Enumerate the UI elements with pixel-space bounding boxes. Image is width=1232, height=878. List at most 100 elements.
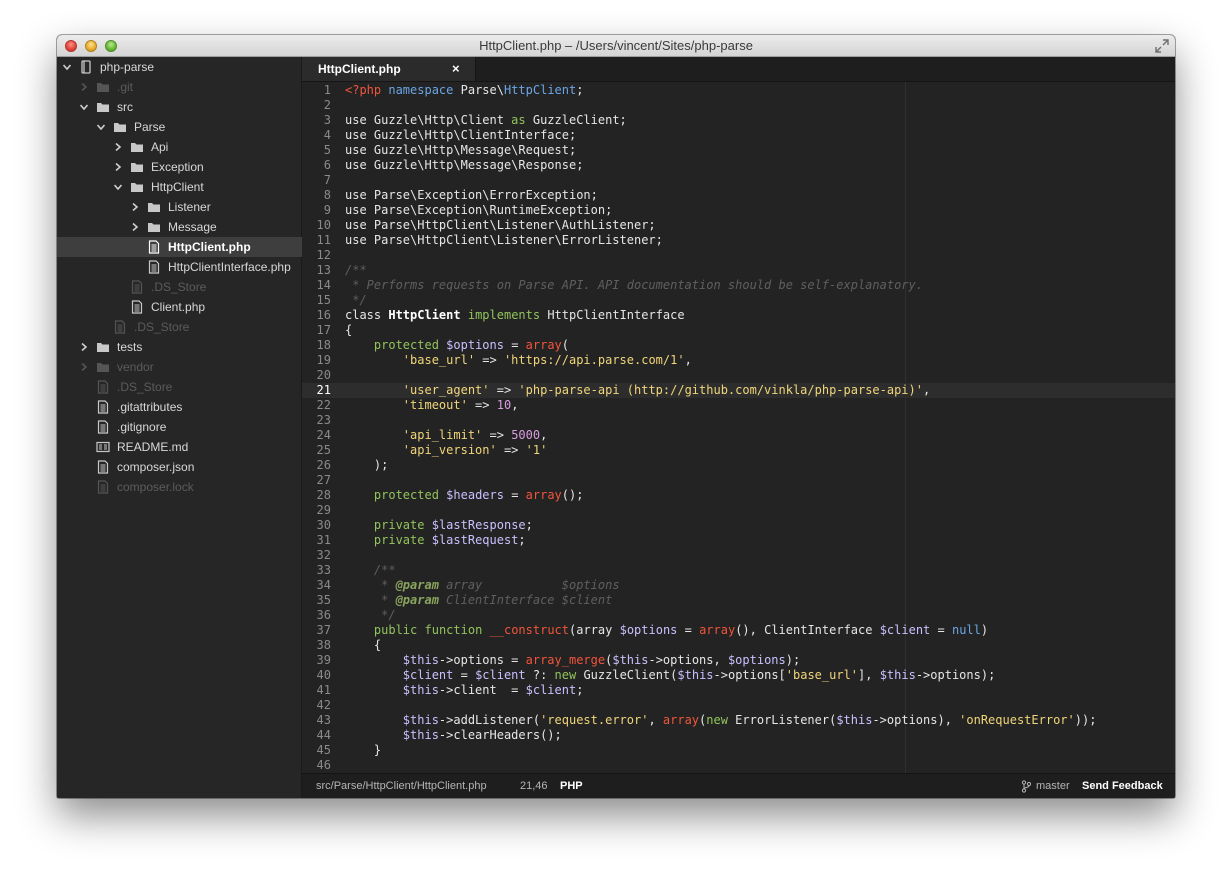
- code-line[interactable]: 12: [302, 248, 1175, 263]
- tree-item[interactable]: src: [57, 97, 302, 117]
- line-number: 46: [316, 758, 331, 772]
- disclosure-expanded-icon[interactable]: [63, 63, 71, 71]
- code-line[interactable]: 27: [302, 473, 1175, 488]
- code-line[interactable]: 37 public function __construct(array $op…: [302, 623, 1175, 638]
- line-number: 44: [316, 728, 331, 742]
- code-line[interactable]: 25 'api_version' => '1': [302, 443, 1175, 458]
- code-line[interactable]: 11 use Parse\HttpClient\Listener\ErrorLis…: [302, 233, 1175, 248]
- disclosure-expanded-icon[interactable]: [97, 123, 105, 131]
- tree-item[interactable]: Message: [57, 217, 302, 237]
- disclosure-collapsed-icon[interactable]: [80, 83, 88, 91]
- code-line[interactable]: 19 'base_url' => 'https://api.parse.com/…: [302, 353, 1175, 368]
- code-line[interactable]: 3 use Guzzle\Http\Client as GuzzleClient;: [302, 113, 1175, 128]
- code-text: * Performs requests on Parse API. API do…: [345, 278, 923, 293]
- tree-item[interactable]: Api: [57, 137, 302, 157]
- tree-item[interactable]: HttpClient.php: [57, 237, 302, 257]
- syntax-mode[interactable]: PHP: [560, 780, 583, 792]
- code-line[interactable]: 10 use Parse\HttpClient\Listener\AuthList…: [302, 218, 1175, 233]
- code-token: protected: [373, 338, 439, 352]
- code-line[interactable]: 17 {: [302, 323, 1175, 338]
- code-line[interactable]: 39 $this->options = array_merge($this->o…: [302, 653, 1175, 668]
- tree-item[interactable]: vendor: [57, 357, 302, 377]
- code-line[interactable]: 6 use Guzzle\Http\Message\Response;: [302, 158, 1175, 173]
- tree-item[interactable]: .DS_Store: [57, 317, 302, 337]
- disclosure-expanded-icon[interactable]: [114, 183, 122, 191]
- disclosure-collapsed-icon[interactable]: [131, 203, 139, 211]
- code-line[interactable]: 32: [302, 548, 1175, 563]
- code-line[interactable]: 30 private $lastResponse;: [302, 518, 1175, 533]
- folder-icon: [131, 183, 143, 192]
- code-line[interactable]: 24 'api_limit' => 5000,: [302, 428, 1175, 443]
- code-line[interactable]: 43 $this->addListener('request.error', a…: [302, 713, 1175, 728]
- tree-item[interactable]: Client.php: [57, 297, 302, 317]
- tree-item[interactable]: composer.lock: [57, 477, 302, 497]
- tree-item[interactable]: composer.json: [57, 457, 302, 477]
- send-feedback-button[interactable]: Send Feedback: [1082, 780, 1163, 792]
- code-line[interactable]: 46: [302, 758, 1175, 773]
- disclosure-collapsed-icon[interactable]: [114, 143, 122, 151]
- code-line[interactable]: 5 use Guzzle\Http\Message\Request;: [302, 143, 1175, 158]
- tree-item[interactable]: .DS_Store: [57, 277, 302, 297]
- code-line[interactable]: 26 );: [302, 458, 1175, 473]
- code-line[interactable]: 29: [302, 503, 1175, 518]
- tree-item[interactable]: .gitattributes: [57, 397, 302, 417]
- disclosure-collapsed-icon[interactable]: [80, 343, 88, 351]
- cursor-position[interactable]: 21,46: [520, 780, 548, 792]
- tree-item[interactable]: .git: [57, 77, 302, 97]
- git-branch-label[interactable]: master: [1036, 780, 1070, 792]
- code-line[interactable]: 45 }: [302, 743, 1175, 758]
- code-line[interactable]: 33 /**: [302, 563, 1175, 578]
- code-line[interactable]: 36 */: [302, 608, 1175, 623]
- disclosure-collapsed-icon[interactable]: [131, 223, 139, 231]
- tab-httpclient[interactable]: HttpClient.php ×: [302, 57, 476, 81]
- code-line[interactable]: 44 $this->clearHeaders();: [302, 728, 1175, 743]
- code-line[interactable]: 14 * Performs requests on Parse API. API…: [302, 278, 1175, 293]
- tree-item[interactable]: Listener: [57, 197, 302, 217]
- file-path[interactable]: src/Parse/HttpClient/HttpClient.php: [316, 780, 487, 792]
- code-line[interactable]: 40 $client = $client ?: new GuzzleClient…: [302, 668, 1175, 683]
- close-tab-icon[interactable]: ×: [452, 61, 460, 76]
- tree-item[interactable]: HttpClient: [57, 177, 302, 197]
- tree-item[interactable]: HttpClientInterface.php: [57, 257, 302, 277]
- code-token: $this: [402, 653, 439, 667]
- title-bar[interactable]: HttpClient.php – /Users/vincent/Sites/ph…: [57, 35, 1175, 57]
- code-line[interactable]: 31 private $lastRequest;: [302, 533, 1175, 548]
- disclosure-collapsed-icon[interactable]: [80, 363, 88, 371]
- code-line[interactable]: 42: [302, 698, 1175, 713]
- code-line[interactable]: 1 <?php namespace Parse\HttpClient;: [302, 83, 1175, 98]
- code-line[interactable]: 38 {: [302, 638, 1175, 653]
- code-line[interactable]: 18 protected $options = array(: [302, 338, 1175, 353]
- code-token: new: [554, 668, 577, 682]
- tree-item[interactable]: README.md: [57, 437, 302, 457]
- code-line[interactable]: 41 $this->client = $client;: [302, 683, 1175, 698]
- code-line[interactable]: 2: [302, 98, 1175, 113]
- code-line[interactable]: 7: [302, 173, 1175, 188]
- fullscreen-icon[interactable]: [1155, 39, 1169, 53]
- code-line[interactable]: 22 'timeout' => 10,: [302, 398, 1175, 413]
- tree-item[interactable]: tests: [57, 337, 302, 357]
- current-code-line[interactable]: 21 'user_agent' => 'php-parse-api (http:…: [302, 383, 1175, 398]
- code-line[interactable]: 16 class HttpClient implements HttpClient…: [302, 308, 1175, 323]
- code-line[interactable]: 23: [302, 413, 1175, 428]
- tree-item[interactable]: .gitignore: [57, 417, 302, 437]
- code-token: ;: [525, 518, 533, 532]
- tree-item[interactable]: .DS_Store: [57, 377, 302, 397]
- code-line[interactable]: 20: [302, 368, 1175, 383]
- code-text: $this->addListener('request.error', arra…: [345, 713, 1097, 728]
- code-line[interactable]: 8 use Parse\Exception\ErrorException;: [302, 188, 1175, 203]
- tree-item[interactable]: php-parse: [57, 57, 302, 77]
- code-token: 'onRequestError': [959, 713, 1075, 727]
- disclosure-collapsed-icon[interactable]: [114, 163, 122, 171]
- code-line[interactable]: 15 */: [302, 293, 1175, 308]
- code-line[interactable]: 9 use Parse\Exception\RuntimeException;: [302, 203, 1175, 218]
- code-line[interactable]: 4 use Guzzle\Http\ClientInterface;: [302, 128, 1175, 143]
- tree-item[interactable]: Parse: [57, 117, 302, 137]
- code-line[interactable]: 35 * @param ClientInterface $client: [302, 593, 1175, 608]
- code-area[interactable]: 1 <?php namespace Parse\HttpClient; 2 3 use …: [302, 82, 1175, 773]
- tree-item[interactable]: Exception: [57, 157, 302, 177]
- code-line[interactable]: 13 /**: [302, 263, 1175, 278]
- code-line[interactable]: 28 protected $headers = array();: [302, 488, 1175, 503]
- disclosure-expanded-icon[interactable]: [80, 103, 88, 111]
- line-number: 43: [316, 713, 331, 727]
- code-line[interactable]: 34 * @param array $options: [302, 578, 1175, 593]
